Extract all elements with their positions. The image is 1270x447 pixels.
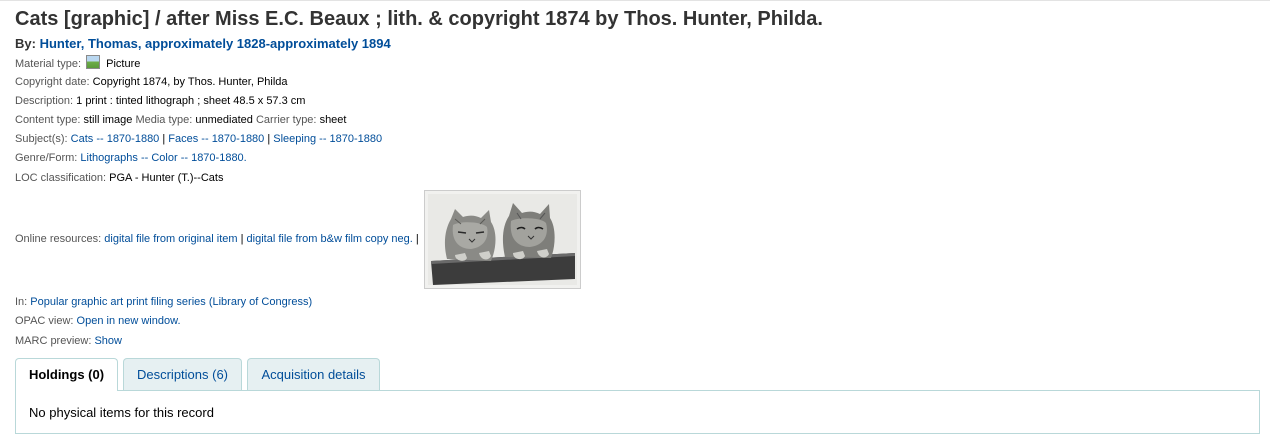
cats-illustration [425,191,580,288]
opac-view-label: OPAC view: [15,315,74,327]
online-separator: | [240,233,244,245]
subjects-row: Subject(s): Cats -- 1870-1880 | Faces --… [15,132,382,146]
genre-link[interactable]: Lithographs -- Color -- 1870-1880. [80,152,246,164]
marc-preview-label: MARC preview: [15,335,92,347]
content-type-label: Content type: [15,114,81,126]
holdings-empty-message: No physical items for this record [29,405,214,420]
picture-icon [86,55,101,69]
copyright-row: Copyright date: Copyright 1874, by Thos.… [15,75,288,89]
genre-label: Genre/Form: [15,152,78,164]
material-type-row: Material type: Picture [15,55,140,71]
description-value: 1 print : tinted lithograph ; sheet 48.5… [76,95,306,107]
tab-acquisition-details[interactable]: Acquisition details [247,358,380,390]
marc-preview-link[interactable]: Show [94,335,122,347]
top-border [0,0,1270,1]
loc-value: PGA - Hunter (T.)--Cats [109,172,224,184]
copyright-value: Copyright 1874, by Thos. Hunter, Philda [92,76,288,88]
carrier-type-value: sheet [319,114,347,126]
online-resources-label: Online resources: [15,233,102,245]
subject-link[interactable]: Cats -- 1870-1880 [71,133,160,145]
online-resource-link[interactable]: digital file from b&w film copy neg. [247,233,413,245]
cover-thumbnail[interactable] [424,190,581,289]
description-label: Description: [15,95,74,107]
copyright-label: Copyright date: [15,76,90,88]
author-label: By: [15,36,36,51]
series-label: In: [15,296,28,308]
carrier-type-label: Carrier type: [255,114,317,126]
tab-descriptions[interactable]: Descriptions (6) [123,358,242,390]
material-type-value: Picture [106,58,141,70]
online-resource-link[interactable]: digital file from original item [104,233,237,245]
series-link[interactable]: Popular graphic art print filing series … [30,296,312,308]
opac-view-link[interactable]: Open in new window. [77,315,181,327]
series-row: In: Popular graphic art print filing ser… [15,295,312,309]
genre-row: Genre/Form: Lithographs -- Color -- 1870… [15,151,247,165]
online-resources-row: Online resources: digital file from orig… [15,232,419,246]
loc-label: LOC classification: [15,172,107,184]
material-type-label: Material type: [15,58,82,70]
media-type-label: Media type: [135,114,193,126]
subject-separator: | [162,133,166,145]
subject-link[interactable]: Sleeping -- 1870-1880 [273,133,382,145]
record-title: Cats [graphic] / after Miss E.C. Beaux ;… [15,8,823,30]
loc-classification-row: LOC classification: PGA - Hunter (T.)--C… [15,171,223,185]
types-row: Content type: still image Media type: un… [15,113,346,127]
author-link[interactable]: Hunter, Thomas, approximately 1828-appro… [40,36,391,51]
description-row: Description: 1 print : tinted lithograph… [15,94,305,108]
online-separator: | [415,233,419,245]
holdings-panel: No physical items for this record [15,390,1260,434]
subjects-label: Subject(s): [15,133,68,145]
author-line: By: Hunter, Thomas, approximately 1828-a… [15,36,391,51]
tab-holdings[interactable]: Holdings (0) [15,358,118,391]
subject-separator: | [267,133,271,145]
opac-view-row: OPAC view: Open in new window. [15,314,181,328]
subject-link[interactable]: Faces -- 1870-1880 [168,133,264,145]
content-type-value: still image [83,114,133,126]
marc-preview-row: MARC preview: Show [15,334,122,348]
media-type-value: unmediated [195,114,253,126]
